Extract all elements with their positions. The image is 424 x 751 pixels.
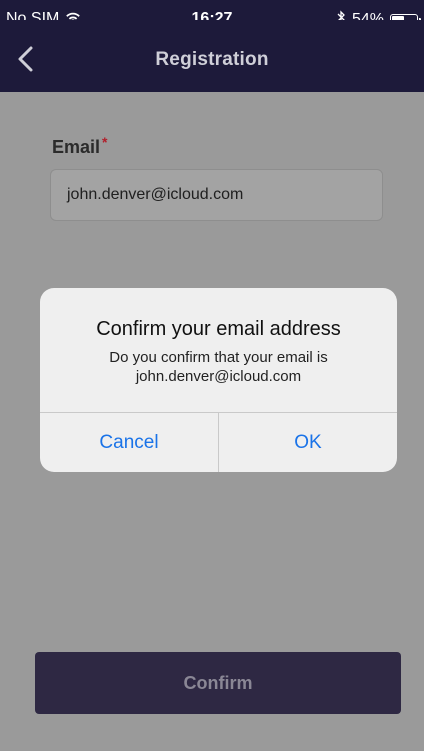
dialog-message-line1: Do you confirm that your email is xyxy=(109,349,328,366)
confirm-email-dialog: Confirm your email address Do you confir… xyxy=(40,288,397,472)
dialog-message: Do you confirm that your email is john.d… xyxy=(60,348,377,386)
ok-button[interactable]: OK xyxy=(219,413,397,472)
email-label-text: Email xyxy=(52,137,101,157)
email-label: Email * xyxy=(52,134,108,158)
cancel-button[interactable]: Cancel xyxy=(40,413,218,472)
dialog-message-line2: john.denver@icloud.com xyxy=(135,368,302,385)
email-field-value: john.denver@icloud.com xyxy=(67,186,244,203)
dialog-title: Confirm your email address xyxy=(96,318,341,340)
email-field[interactable]: john.denver@icloud.com xyxy=(50,169,383,221)
confirm-button[interactable]: Confirm xyxy=(35,652,401,714)
nav-bar: Registration xyxy=(0,20,424,92)
required-mark: * xyxy=(102,134,108,150)
page-title: Registration xyxy=(155,49,269,70)
